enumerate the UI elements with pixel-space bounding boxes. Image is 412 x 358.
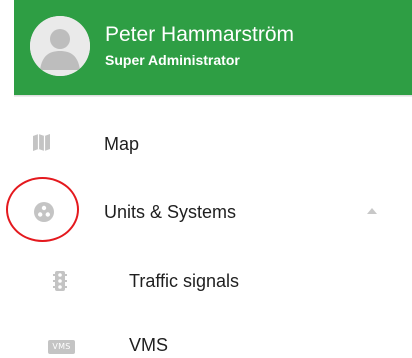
user-role: Super Administrator (105, 52, 240, 68)
nav-item-traffic-signals[interactable]: Traffic signals (0, 261, 412, 301)
traffic-signal-icon (53, 271, 67, 291)
vms-icon: VMS (48, 340, 75, 354)
nav-label-vms: VMS (129, 335, 169, 355)
nav-label-traffic-signals: Traffic signals (129, 271, 240, 291)
avatar[interactable] (30, 16, 90, 76)
user-header: Peter Hammarström Super Administrator (14, 0, 412, 95)
nav-item-vms[interactable]: VMS VMS (0, 327, 412, 358)
nav-label-map: Map (104, 134, 140, 154)
nav-item-map[interactable]: Map (0, 122, 412, 162)
nav-label-units-systems: Units & Systems (104, 202, 237, 222)
highlight-annotation-circle (6, 177, 79, 242)
chevron-up-icon[interactable] (367, 208, 377, 214)
person-avatar-icon (30, 16, 90, 76)
header-divider (14, 95, 412, 97)
map-icon (33, 134, 50, 151)
user-name: Peter Hammarström (105, 23, 295, 46)
